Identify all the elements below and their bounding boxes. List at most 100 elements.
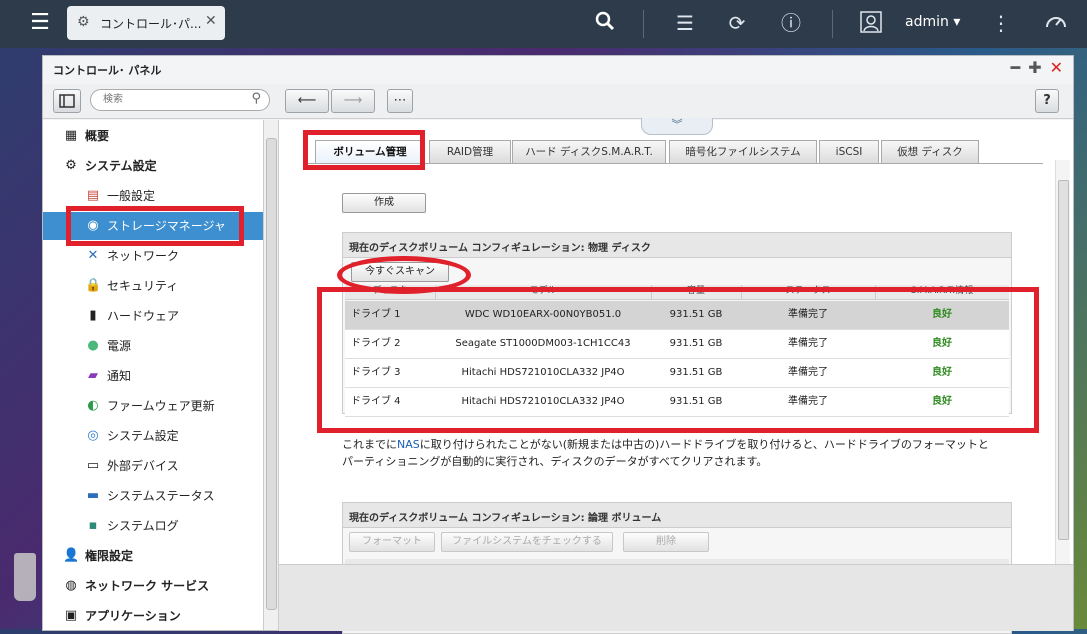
search-input[interactable] [101,93,245,106]
note-text-2: に取り付けられたことがない(新規または中古の)ハードドライブを取り付けると、ハー… [419,438,989,451]
highlight-disk-table [317,287,1039,433]
separator [832,10,833,38]
sidebar-item-label: システム設定 [85,159,157,173]
sidebar-item[interactable]: ▦ 概要 [43,122,263,150]
sidebar-item-label: ネットワーク [107,249,180,263]
control-panel-window: コントロール･ パネル ━✚✕ ⚲ ⟵ ⟶ ⋯ ? ▦概要⚙システム設定▤一般設… [42,55,1074,634]
close-icon[interactable]: ✕ [205,13,217,29]
stack-icon[interactable]: ☰ [672,10,698,36]
content-pane: ︾ ボリューム管理 RAID管理 ハード ディスクS.M.A.R.T. 暗号化フ… [279,118,1073,634]
highlight-volume-tab [303,130,425,170]
sidebar-item-label: 外部デバイス [107,459,179,473]
tab-raid-management[interactable]: RAID管理 [429,140,511,164]
content-scroll-thumb[interactable] [1058,180,1069,540]
tab-virtual-disk[interactable]: 仮想 ディスク [881,140,979,164]
network-icon: ✕ [87,248,99,263]
more-options-icon[interactable]: ⋮ [988,10,1014,36]
sidebar-item-label: ハードウェア [107,309,180,323]
check-filesystem-button[interactable]: ファイルシステムをチェックする [441,532,613,552]
sidebar-item-label: 通知 [107,369,132,383]
sidebar-item[interactable]: ▪ システムログ [43,512,263,540]
sidebar: ▦ 概要 ⚙ システム設定 ▤ 一般設定 ◉ ストレージマネージャ ✕ ネットワーク 🔒 セキュリティ… [43,120,264,630]
sidebar-item[interactable]: ◎ システム設定 [43,422,263,450]
sidebar-item[interactable]: ▬ システムステータス [43,482,263,510]
maximize-icon[interactable]: ✚ [1028,58,1041,77]
collapse-chevron-icon[interactable]: ︾ [641,118,713,135]
sidebar-item-label: アプリケーション [85,609,181,623]
delete-button[interactable]: 削除 [623,532,709,552]
gear-icon: ⚙ [77,14,90,30]
sidebar-item[interactable]: 👤 権限設定 [43,542,263,570]
minimize-icon[interactable]: ━ [1011,58,1021,77]
notification-icon: ▰ [88,368,98,383]
back-button[interactable]: ⟵ [285,89,329,113]
taskbar-tab-control-panel[interactable]: ⚙ コントロール･パ... ✕ [67,6,225,40]
layout-toggle-button[interactable] [53,89,81,113]
note-text-1: これまでに [342,438,397,451]
logical-panel-title: 現在のディスクボリューム コンフィギュレーション: 論理 ボリューム [349,513,662,524]
disk-info-note: これまでにNASに取り付けられたことがない(新規または中古の)ハードドライブを取… [342,436,1002,470]
logical-panel-header: 現在のディスクボリューム コンフィギュレーション: 論理 ボリューム [343,503,1011,528]
tab-iscsi[interactable]: iSCSI [819,140,879,164]
sidebar-item[interactable]: ◐ ファームウェア更新 [43,392,263,420]
user-icon: 👤 [63,548,80,563]
external-device-icon: ▭ [86,458,100,473]
note-nas-link[interactable]: NAS [397,438,420,451]
trash-icon[interactable] [14,553,36,601]
sidebar-item-label: ファームウェア更新 [107,399,215,413]
sidebar-item[interactable]: ▣ アプリケーション [43,602,263,630]
sidebar-item[interactable]: ◍ ネットワーク サービス [43,572,263,600]
window-controls: ━ ✚ ✕ [1003,58,1063,77]
physical-panel-title: 現在のディスクボリューム コンフィギュレーション: 物理 ディスク [349,243,651,254]
sidebar-item[interactable]: ▮ ハードウェア [43,302,263,330]
content-scrollbar[interactable] [1055,160,1070,630]
lock-icon: 🔒 [85,278,102,293]
sidebar-item-label: ネットワーク サービス [85,579,210,593]
search-icon[interactable] [592,10,618,36]
create-button[interactable]: 作成 [342,193,426,213]
sidebar-item[interactable]: ✕ ネットワーク [43,242,263,270]
toolbar: ⚲ ⟵ ⟶ ⋯ ? [43,84,1073,119]
sidebar-item[interactable]: 🔒 セキュリティ [43,272,263,300]
sidebar-scroll-thumb[interactable] [266,138,277,610]
sidebar-item-label: システム設定 [107,429,179,443]
sidebar-item-label: システムステータス [107,489,215,503]
sidebar-item[interactable]: ● 電源 [43,332,263,360]
close-icon[interactable]: ✕ [1050,58,1063,77]
help-button[interactable]: ? [1035,89,1059,113]
system-settings-icon: ◎ [87,428,99,443]
menu-icon[interactable]: ☰ [28,11,52,35]
physical-panel-header: 現在のディスクボリューム コンフィギュレーション: 物理 ディスク [343,233,1011,258]
globe-icon: ◍ [65,578,77,593]
tab-hdd-smart[interactable]: ハード ディスクS.M.A.R.T. [512,140,666,164]
sidebar-item[interactable]: ⚙ システム設定 [43,152,263,180]
search-field[interactable]: ⚲ [90,89,270,111]
note-text-3: パーティショニングが自動的に実行され、ディスクのデータがすべてクリアされます。 [342,455,768,468]
taskbar: ☰ ⚙ コントロール･パ... ✕ ☰ ⟳ ⓘ admin ▾ ⋮ [0,0,1087,48]
sidebar-item-label: 電源 [107,339,132,353]
info-icon[interactable]: ⓘ [778,10,804,36]
sidebar-item-label: セキュリティ [107,279,179,293]
sidebar-scrollbar[interactable] [264,120,279,630]
search-icon: ⚲ [251,91,261,106]
separator [643,10,644,38]
tab-encrypted-fs[interactable]: 暗号化ファイルシステム [669,140,817,164]
sidebar-item[interactable]: ▰ 通知 [43,362,263,390]
dashboard-icon[interactable] [1043,10,1069,36]
app-icon: ▣ [64,608,78,623]
sync-icon[interactable]: ⟳ [724,10,750,36]
sidebar-item[interactable]: ▭ 外部デバイス [43,452,263,480]
log-icon: ▪ [88,518,98,533]
firmware-icon: ◐ [87,398,99,413]
user-menu[interactable]: admin ▾ [905,14,960,30]
user-icon[interactable] [858,10,884,36]
format-button[interactable]: フォーマット [349,532,435,552]
apps-grid-button[interactable]: ⋯ [387,89,413,113]
system-status-icon: ▬ [86,488,100,503]
bottom-button-bar [279,564,1073,631]
forward-button[interactable]: ⟶ [331,89,375,113]
overview-icon: ▦ [64,128,78,143]
power-icon: ● [87,338,99,353]
gear-icon: ⚙ [65,158,77,173]
sidebar-item-label: 権限設定 [85,549,134,563]
